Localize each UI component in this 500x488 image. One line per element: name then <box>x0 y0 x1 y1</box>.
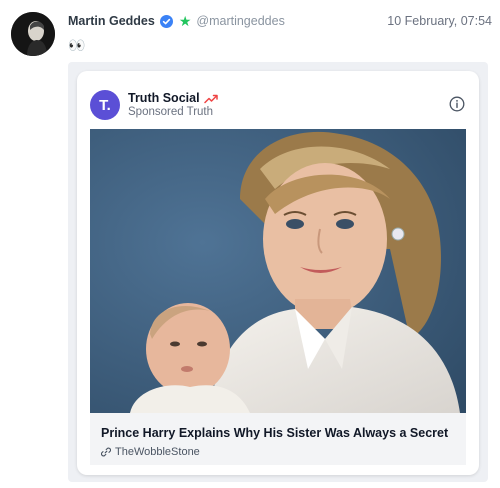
sponsored-label: Sponsored Truth <box>128 106 214 118</box>
post-header: Martin Geddes ★ @martingeddes 10 Februar… <box>68 12 492 30</box>
ad-headline[interactable]: Prince Harry Explains Why His Sister Was… <box>101 426 448 440</box>
info-icon[interactable] <box>449 96 465 112</box>
post: Martin Geddes ★ @martingeddes 10 Februar… <box>0 0 500 488</box>
avatar[interactable] <box>11 12 55 56</box>
trending-arrow-icon <box>203 93 218 104</box>
brand-name[interactable]: Truth Social <box>128 91 200 105</box>
ad-image[interactable] <box>90 129 466 413</box>
author-handle[interactable]: @martingeddes <box>196 14 284 28</box>
verified-badge-icon <box>159 14 173 28</box>
author-name[interactable]: Martin Geddes <box>68 14 155 28</box>
ad-card[interactable]: T. Truth Social Sponsored Truth Prince H… <box>77 71 479 475</box>
star-icon: ★ <box>178 13 192 29</box>
link-preview[interactable]: Prince Harry Explains Why His Sister Was… <box>90 413 466 465</box>
post-text: 👀 <box>68 37 85 53</box>
brand-logo[interactable]: T. <box>90 90 120 120</box>
ad-source[interactable]: TheWobbleStone <box>115 446 200 458</box>
link-icon <box>100 447 112 457</box>
eyes-icon: 👀 <box>68 37 86 53</box>
ad-source-row: TheWobbleStone <box>100 446 200 458</box>
post-timestamp[interactable]: 10 February, 07:54 <box>387 14 492 28</box>
sponsored-embed: T. Truth Social Sponsored Truth Prince H… <box>68 62 488 482</box>
brand-name-row: Truth Social <box>128 91 218 105</box>
